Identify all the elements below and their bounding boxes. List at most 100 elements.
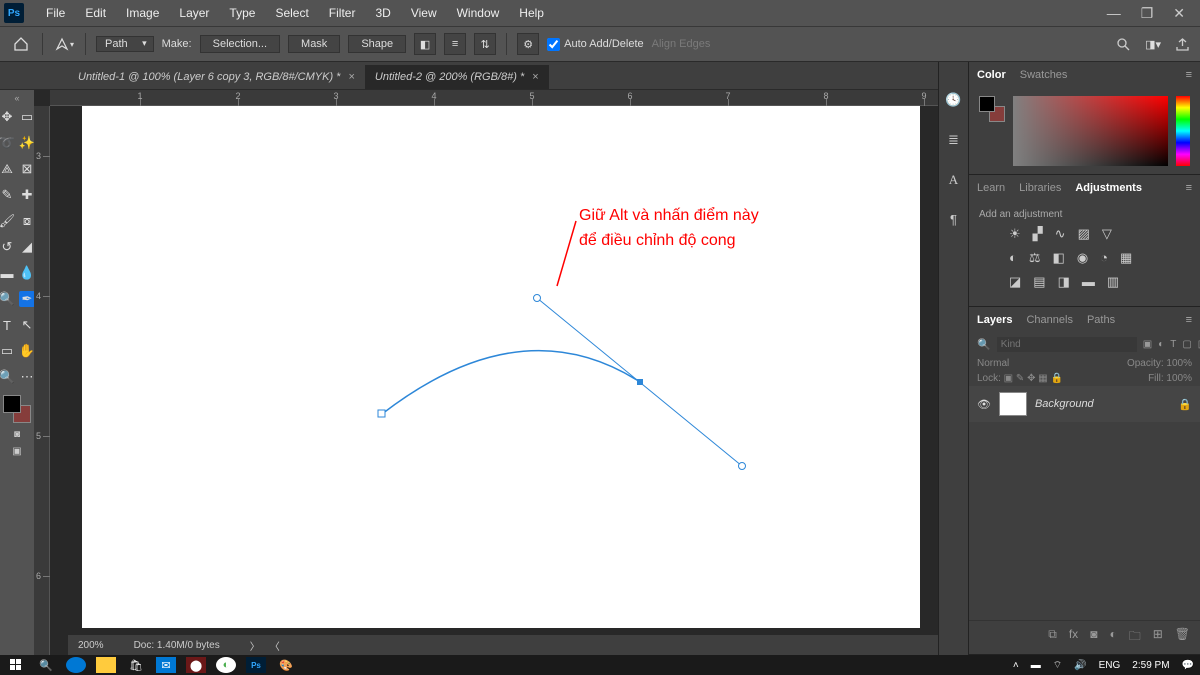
doc-tab-2[interactable]: Untitled-2 @ 200% (RGB/8#) *× xyxy=(365,65,549,89)
quick-mask-icon[interactable]: ◙ xyxy=(14,429,20,440)
selective-color-icon[interactable]: ▥ xyxy=(1107,274,1119,290)
link-layers-icon[interactable]: ⧉ xyxy=(1048,627,1057,648)
wand-tool[interactable]: ✨ xyxy=(19,135,35,151)
minimize-icon[interactable]: — xyxy=(1107,5,1121,22)
menu-layer[interactable]: Layer xyxy=(169,6,219,20)
path-select-tool[interactable]: ↖ xyxy=(19,317,35,333)
adjustments-tab[interactable]: Adjustments xyxy=(1075,178,1142,198)
app-icon-1[interactable]: ⬤ xyxy=(186,657,206,673)
layer-style-icon[interactable]: fx xyxy=(1069,627,1078,648)
menu-3d[interactable]: 3D xyxy=(365,6,400,20)
layer-filter-input[interactable] xyxy=(997,337,1137,352)
layer-mask-icon[interactable]: ◙ xyxy=(1090,627,1097,648)
new-layer-icon[interactable]: ⊞ xyxy=(1153,627,1163,648)
fg-bg-swatch[interactable] xyxy=(979,96,1005,122)
blend-mode-select[interactable]: Normal xyxy=(977,358,1009,369)
search-icon[interactable] xyxy=(1116,37,1131,52)
store-icon[interactable]: 🛍 xyxy=(126,657,146,673)
lasso-tool[interactable]: ➰ xyxy=(0,135,15,151)
libraries-tab[interactable]: Libraries xyxy=(1019,178,1061,198)
swatches-tab[interactable]: Swatches xyxy=(1020,65,1068,85)
vibrance-icon[interactable]: ▽ xyxy=(1102,226,1112,242)
filter-adj-icon[interactable]: ◐ xyxy=(1158,339,1164,350)
filter-pixel-icon[interactable]: ▣ xyxy=(1143,339,1152,350)
auto-add-delete-checkbox[interactable]: Auto Add/Delete xyxy=(547,38,644,51)
app-icon-2[interactable]: ◐ xyxy=(216,657,236,673)
opacity-value[interactable]: 100% xyxy=(1166,358,1192,369)
more-tools[interactable]: ⋯ xyxy=(19,369,35,385)
brush-tool[interactable]: 🖌 xyxy=(0,213,15,229)
zoom-level[interactable]: 200% xyxy=(78,640,104,651)
eyedropper-tool[interactable]: ✎ xyxy=(0,187,15,203)
layer-thumbnail[interactable] xyxy=(999,392,1027,416)
threshold-icon[interactable]: ◨ xyxy=(1058,274,1070,290)
panel-menu-icon[interactable]: ≡ xyxy=(1186,69,1200,81)
tray-chevron-icon[interactable]: ˄ xyxy=(1013,660,1019,671)
learn-tab[interactable]: Learn xyxy=(977,178,1005,198)
panel-menu-icon[interactable]: ≡ xyxy=(1186,314,1200,326)
color-tab[interactable]: Color xyxy=(977,65,1006,85)
doc-tab-1[interactable]: Untitled-1 @ 100% (Layer 6 copy 3, RGB/8… xyxy=(68,65,365,89)
mail-icon[interactable]: ✉ xyxy=(156,657,176,673)
toolbox-collapse-icon[interactable]: « xyxy=(14,93,19,105)
frame-tool[interactable]: ⊠ xyxy=(19,161,35,177)
app-icon-3[interactable]: 🎨 xyxy=(276,657,296,673)
edge-icon[interactable] xyxy=(66,657,86,673)
marquee-tool[interactable]: ▭ xyxy=(19,109,35,125)
pen-tool[interactable]: ✒ xyxy=(19,291,35,307)
gradient-map-icon[interactable]: ▬ xyxy=(1082,274,1095,290)
lock-icon[interactable]: 🔒 xyxy=(1178,398,1192,411)
layer-row[interactable]: 👁 Background 🔒 xyxy=(969,386,1200,422)
fill-value[interactable]: 100% xyxy=(1166,373,1192,384)
zoom-tool[interactable]: 🔍 xyxy=(0,369,15,385)
photo-filter-icon[interactable]: ◉ xyxy=(1077,250,1088,266)
menu-edit[interactable]: Edit xyxy=(75,6,116,20)
paths-tab[interactable]: Paths xyxy=(1087,310,1115,330)
path-arrange-icon[interactable]: ⇅ xyxy=(474,33,496,55)
new-fill-icon[interactable]: ◐ xyxy=(1109,627,1116,648)
filter-shape-icon[interactable]: ▢ xyxy=(1182,339,1191,350)
battery-icon[interactable]: ▬ xyxy=(1031,660,1041,671)
clock[interactable]: 2:59 PM xyxy=(1132,660,1169,671)
gear-icon[interactable]: ⚙ xyxy=(517,33,539,55)
menu-filter[interactable]: Filter xyxy=(319,6,366,20)
screen-mode-icon[interactable]: ▣ xyxy=(12,446,21,457)
make-shape-button[interactable]: Shape xyxy=(348,35,406,53)
share-icon[interactable] xyxy=(1175,37,1190,52)
path-mode-select[interactable]: Path xyxy=(96,36,154,52)
invert-icon[interactable]: ◪ xyxy=(1009,274,1021,290)
heal-tool[interactable]: ✚ xyxy=(19,187,35,203)
layer-name[interactable]: Background xyxy=(1035,398,1094,410)
dodge-tool[interactable]: 🔍 xyxy=(0,291,15,307)
wifi-icon[interactable]: ⌔ xyxy=(1053,659,1062,672)
maximize-icon[interactable]: ❐ xyxy=(1141,5,1154,22)
blur-tool[interactable]: 💧 xyxy=(19,265,35,281)
notifications-icon[interactable]: 💬 xyxy=(1182,660,1194,671)
color-picker[interactable] xyxy=(1013,96,1168,166)
balance-icon[interactable]: ⚖ xyxy=(1029,250,1041,266)
path-align-icon[interactable]: ≡ xyxy=(444,33,466,55)
hue-icon[interactable]: ◐ xyxy=(1009,250,1017,266)
close-window-icon[interactable]: ✕ xyxy=(1173,5,1185,22)
move-tool[interactable]: ✥ xyxy=(0,109,15,125)
language-indicator[interactable]: ENG xyxy=(1099,660,1121,671)
exposure-icon[interactable]: ▨ xyxy=(1078,226,1090,242)
canvas-area[interactable]: 123456789 3456 Giữ Alt và nhấn điểm này … xyxy=(34,90,968,655)
eraser-tool[interactable]: ◢ xyxy=(19,239,35,255)
lookup-icon[interactable]: ▦ xyxy=(1120,250,1132,266)
character-panel-icon[interactable]: A xyxy=(949,172,958,188)
brightness-icon[interactable]: ☀ xyxy=(1009,226,1021,242)
curves-icon[interactable]: ∿ xyxy=(1055,226,1066,242)
panel-menu-icon[interactable]: ≡ xyxy=(1186,182,1200,194)
filter-type-icon[interactable]: T xyxy=(1170,339,1176,350)
properties-panel-icon[interactable]: ≣ xyxy=(948,132,959,148)
menu-image[interactable]: Image xyxy=(116,6,169,20)
hue-slider[interactable] xyxy=(1176,96,1190,166)
status-chevron-icon[interactable]: 〉 xyxy=(250,638,260,653)
volume-icon[interactable]: 🔊 xyxy=(1074,660,1086,671)
menu-view[interactable]: View xyxy=(401,6,447,20)
color-swatches[interactable] xyxy=(3,395,31,423)
levels-icon[interactable]: ▞ xyxy=(1033,226,1043,242)
history-panel-icon[interactable]: 🕓 xyxy=(945,92,961,108)
channels-tab[interactable]: Channels xyxy=(1026,310,1072,330)
